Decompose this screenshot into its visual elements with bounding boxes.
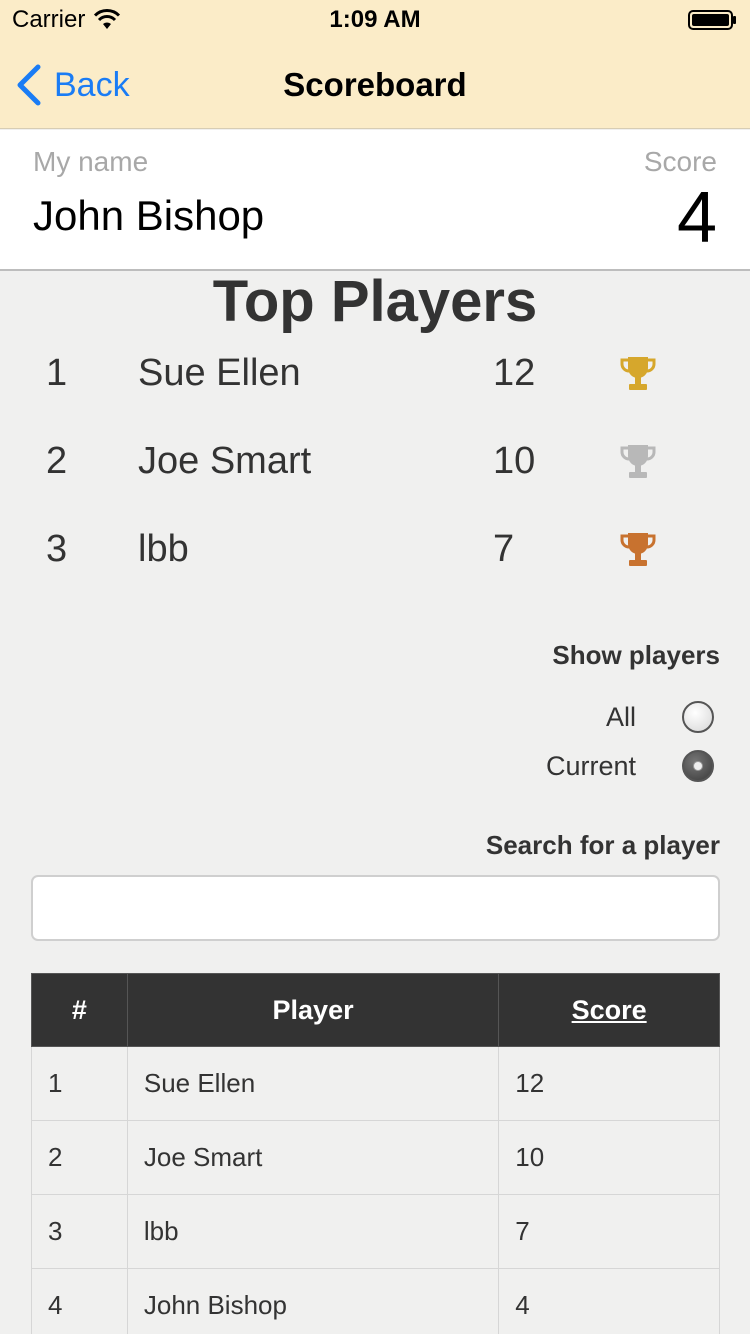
radio-all-label: All: [605, 701, 636, 732]
top-player-name: Sue Ellen: [138, 352, 301, 394]
my-name-value: John Bishop: [33, 192, 265, 239]
top-player-rank: 3: [46, 528, 68, 570]
top-player-rank: 1: [46, 352, 68, 394]
cell-score: 4: [498, 1268, 720, 1334]
cell-rank: 1: [31, 1046, 128, 1121]
radio-all-circle[interactable]: [682, 701, 714, 733]
table-header-row: # Player Score: [31, 973, 720, 1047]
top-player-row: 3 lbb 7: [0, 528, 750, 588]
my-score-value: 4: [676, 178, 717, 258]
top-player-score: 7: [493, 528, 515, 570]
table-row: 1 Sue Ellen 12: [31, 1046, 720, 1121]
cell-score: 7: [498, 1194, 720, 1269]
top-player-row: 2 Joe Smart 10: [0, 440, 750, 500]
top-player-row: 1 Sue Ellen 12: [0, 352, 750, 412]
top-player-rank: 2: [46, 440, 68, 482]
radio-all[interactable]: All: [606, 697, 714, 737]
cell-player: lbb: [126, 1194, 500, 1269]
my-score-label: Score: [643, 146, 717, 177]
radio-current-circle[interactable]: [682, 750, 714, 782]
header-player: Player: [126, 973, 500, 1047]
cell-player: Sue Ellen: [126, 1046, 500, 1121]
cell-score: 10: [498, 1120, 720, 1195]
bronze-trophy-icon: [620, 533, 656, 566]
players-table: # Player Score 1 Sue Ellen 12 2 Joe Smar…: [31, 973, 720, 1334]
header-score-sort[interactable]: Score: [498, 973, 720, 1047]
header-rank: #: [31, 973, 128, 1047]
cell-rank: 2: [31, 1120, 128, 1195]
radio-current[interactable]: Current: [546, 746, 714, 786]
page-title: Scoreboard: [283, 66, 467, 103]
radio-selected-dot: [693, 761, 703, 771]
top-bar: Carrier 1:09 AM Back Scoreboard: [0, 0, 750, 129]
top-player-score: 12: [493, 352, 536, 394]
table-row: 3 lbb 7: [31, 1194, 720, 1269]
search-input[interactable]: [31, 875, 720, 941]
radio-current-label: Current: [545, 750, 636, 781]
my-name-label: My name: [33, 146, 149, 177]
top-player-name: lbb: [138, 528, 189, 570]
show-players-label: Show players: [552, 640, 720, 670]
table-row: 4 John Bishop 4: [31, 1268, 720, 1334]
cell-player: John Bishop: [126, 1268, 500, 1334]
status-time: 1:09 AM: [329, 6, 421, 33]
table-row: 2 Joe Smart 10: [31, 1120, 720, 1195]
my-info-panel: My name John Bishop Score 4: [0, 130, 750, 271]
cell-player: Joe Smart: [126, 1120, 500, 1195]
gold-trophy-icon: [620, 357, 656, 390]
top-player-score: 10: [493, 440, 536, 482]
battery-icon: [688, 10, 736, 30]
cell-rank: 3: [31, 1194, 128, 1269]
silver-trophy-icon: [620, 445, 656, 478]
top-player-name: Joe Smart: [138, 440, 312, 482]
cell-rank: 4: [31, 1268, 128, 1334]
search-label: Search for a player: [485, 830, 720, 860]
top-players-title: Top Players: [212, 269, 538, 334]
cell-score: 12: [498, 1046, 720, 1121]
